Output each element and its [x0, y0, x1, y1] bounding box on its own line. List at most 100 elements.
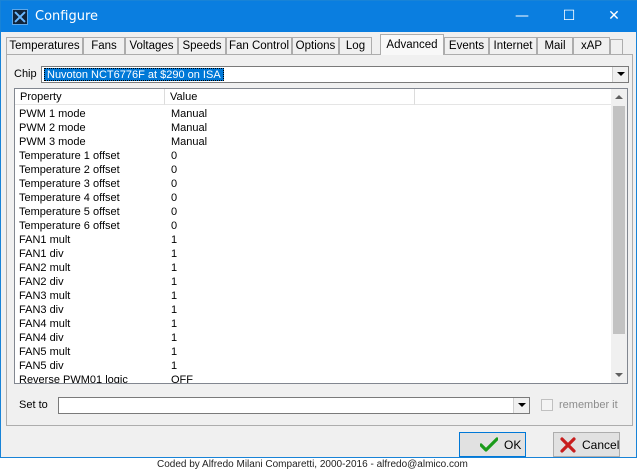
row-property: Temperature 6 offset	[19, 220, 120, 232]
row-property: Temperature 1 offset	[19, 150, 120, 162]
row-value: 1	[171, 290, 178, 302]
scroll-up-button[interactable]	[611, 89, 627, 105]
tab-fan-control[interactable]: Fan Control	[226, 37, 292, 54]
row-property: Temperature 4 offset	[19, 192, 120, 204]
row-property: FAN1 mult	[19, 234, 71, 246]
row-property: PWM 3 mode	[19, 136, 86, 148]
tab-mail[interactable]: Mail	[537, 37, 573, 54]
table-row[interactable]: Temperature 2 offset 0	[15, 163, 612, 177]
chevron-down-icon	[615, 373, 623, 377]
maximize-button[interactable]: ☐	[546, 1, 592, 32]
table-row[interactable]: FAN3 div 1	[15, 303, 612, 317]
row-property: PWM 1 mode	[19, 108, 86, 120]
tab-xap[interactable]: xAP	[573, 37, 610, 54]
row-property: FAN2 div	[19, 276, 64, 288]
table-row[interactable]: Temperature 4 offset 0	[15, 191, 612, 205]
tab-speeds[interactable]: Speeds	[178, 37, 226, 54]
scroll-down-button[interactable]	[611, 367, 627, 383]
row-property: Temperature 3 offset	[19, 178, 120, 190]
table-row[interactable]: FAN1 mult 1	[15, 233, 612, 247]
table-row[interactable]: FAN5 mult 1	[15, 345, 612, 359]
window-title: Configure	[35, 9, 99, 24]
row-value: 0	[171, 192, 178, 204]
table-row[interactable]: FAN4 mult 1	[15, 317, 612, 331]
row-value: 1	[171, 360, 178, 372]
close-button[interactable]: ✕	[591, 1, 637, 32]
tab-internet[interactable]: Internet	[489, 37, 537, 54]
table-row[interactable]: Temperature 1 offset 0	[15, 149, 612, 163]
tab-options[interactable]: Options	[292, 37, 339, 54]
tab-events[interactable]: Events	[444, 37, 489, 54]
row-value: 1	[171, 234, 178, 246]
row-property: FAN5 div	[19, 360, 64, 372]
title-bar[interactable]: Configure — ☐ ✕	[1, 1, 637, 32]
remember-it-label: remember it	[559, 399, 618, 411]
app-icon	[12, 9, 28, 25]
row-value: 1	[171, 248, 178, 260]
chip-selected-value: Nuvoton NCT6776F at $290 on ISA	[44, 68, 224, 81]
tab-temperatures[interactable]: Temperatures	[6, 37, 83, 54]
column-header-value[interactable]: Value	[165, 89, 415, 105]
cross-icon	[560, 437, 576, 453]
row-value: 0	[171, 220, 178, 232]
table-row[interactable]: FAN2 mult 1	[15, 261, 612, 275]
table-row[interactable]: PWM 1 mode Manual	[15, 107, 612, 121]
row-value: 1	[171, 318, 178, 330]
chip-label: Chip	[14, 68, 37, 80]
tab-advanced[interactable]: Advanced	[380, 34, 444, 55]
row-value: 0	[171, 206, 178, 218]
row-property: FAN1 div	[19, 248, 64, 260]
table-row[interactable]: PWM 2 mode Manual	[15, 121, 612, 135]
tab-voltages[interactable]: Voltages	[125, 37, 178, 54]
minimize-button[interactable]: —	[499, 1, 545, 32]
remember-it-checkbox[interactable]	[541, 399, 553, 411]
ok-button[interactable]: OK	[459, 432, 526, 457]
row-value: 1	[171, 332, 178, 344]
row-value: OFF	[171, 374, 193, 384]
row-property: Temperature 5 offset	[19, 206, 120, 218]
row-value: Manual	[171, 108, 208, 120]
table-row[interactable]: Reverse PWM01 logic OFF	[15, 373, 612, 384]
table-row[interactable]: FAN1 div 1	[15, 247, 612, 261]
chip-dropdown-button[interactable]	[612, 67, 628, 82]
row-value: Manual	[171, 122, 208, 134]
row-value: 1	[171, 262, 178, 274]
row-property: FAN3 div	[19, 304, 64, 316]
row-value: 0	[171, 178, 178, 190]
row-property: Reverse PWM01 logic	[19, 374, 128, 384]
table-row[interactable]: FAN2 div 1	[15, 275, 612, 289]
set-to-dropdown-button[interactable]	[513, 398, 529, 413]
ok-label: OK	[504, 438, 522, 452]
table-row[interactable]: FAN4 div 1	[15, 331, 612, 345]
row-property: PWM 2 mode	[19, 122, 86, 134]
table-row[interactable]: Temperature 3 offset 0	[15, 177, 612, 191]
chip-select[interactable]: Nuvoton NCT6776F at $290 on ISA	[41, 66, 629, 83]
scroll-thumb[interactable]	[613, 106, 625, 334]
row-property: Temperature 2 offset	[19, 164, 120, 176]
row-value: 1	[171, 304, 178, 316]
property-list[interactable]: Property Value PWM 1 mode Manual PWM 2 mod…	[14, 88, 628, 384]
set-to-combo[interactable]	[58, 397, 530, 414]
cancel-button[interactable]: Cancel	[553, 432, 620, 457]
row-property: FAN3 mult	[19, 290, 71, 302]
checkmark-icon	[480, 437, 498, 452]
chevron-down-icon	[617, 72, 625, 76]
row-property: FAN5 mult	[19, 346, 71, 358]
tab-fans[interactable]: Fans	[83, 37, 125, 54]
chevron-up-icon	[615, 95, 623, 99]
chevron-down-icon	[518, 403, 526, 407]
table-row[interactable]: FAN5 div 1	[15, 359, 612, 373]
column-header-empty[interactable]	[415, 89, 612, 105]
table-row[interactable]: FAN3 mult 1	[15, 289, 612, 303]
tab-scroll-button[interactable]	[610, 39, 623, 54]
row-value: 0	[171, 164, 178, 176]
table-row[interactable]: Temperature 6 offset 0	[15, 219, 612, 233]
column-header-property[interactable]: Property	[15, 89, 165, 105]
set-to-label: Set to	[19, 399, 48, 411]
tab-log[interactable]: Log	[339, 37, 372, 54]
table-row[interactable]: Temperature 5 offset 0	[15, 205, 612, 219]
row-value: 1	[171, 276, 178, 288]
table-row[interactable]: PWM 3 mode Manual	[15, 135, 612, 149]
vertical-scrollbar[interactable]	[611, 89, 627, 383]
row-value: Manual	[171, 136, 208, 148]
